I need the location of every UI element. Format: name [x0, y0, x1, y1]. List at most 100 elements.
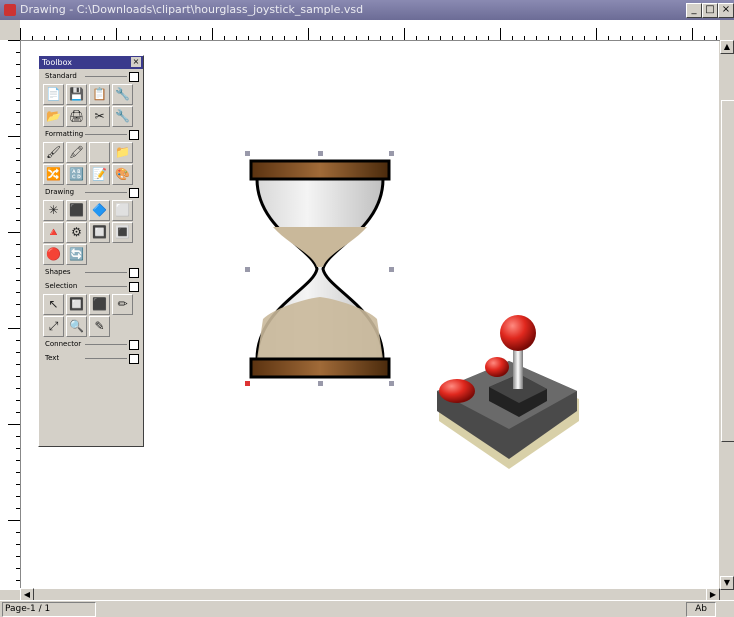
tool-button[interactable]: ✳	[43, 200, 64, 221]
tool-button[interactable]: 🔳	[112, 222, 133, 243]
ruler-tick	[16, 208, 20, 209]
tool-button[interactable]: ⬜	[112, 200, 133, 221]
toolbox-palette[interactable]: Toolbox × Standard 📄 💾 📋 🔧 📂 🖨 ✂ 🔧 Formatting 🖌 🖍 📁 🔀…	[38, 55, 144, 447]
tool-button[interactable]: ⬛	[66, 200, 87, 221]
horizontal-ruler[interactable]	[20, 20, 720, 41]
section-toggle[interactable]	[129, 282, 139, 292]
tool-button[interactable]: ✎	[89, 316, 110, 337]
close-button[interactable]: ×	[718, 3, 734, 18]
tool-button[interactable]: 🖍	[66, 142, 87, 163]
palette-section-header[interactable]: Text	[39, 351, 143, 365]
ruler-tick	[16, 496, 20, 497]
ruler-tick	[16, 64, 20, 65]
tool-button[interactable]: 🔀	[43, 164, 64, 185]
section-toggle[interactable]	[129, 130, 139, 140]
palette-section-header[interactable]: Connector	[39, 337, 143, 351]
palette-close-button[interactable]: ×	[131, 57, 141, 67]
tool-button[interactable]: ✂	[89, 106, 110, 127]
status-bar: Page-1 / 1 Ab	[0, 600, 734, 617]
ruler-tick	[440, 36, 441, 40]
tool-button[interactable]: 🔺	[43, 222, 64, 243]
tool-button[interactable]: 📝	[89, 164, 110, 185]
ruler-tick	[16, 292, 20, 293]
ruler-tick	[8, 328, 20, 329]
ruler-tick	[308, 28, 309, 40]
horizontal-scrollbar[interactable]: ◀ ▶	[20, 588, 720, 602]
tool-button[interactable]: ⚙	[66, 222, 87, 243]
tool-button[interactable]: 🔍	[66, 316, 87, 337]
joystick-shape[interactable]	[429, 309, 589, 479]
app-icon[interactable]	[4, 4, 16, 16]
selection-handle[interactable]	[389, 151, 394, 156]
ruler-tick	[596, 28, 597, 40]
divider	[85, 272, 127, 273]
section-toggle[interactable]	[129, 340, 139, 350]
tool-button[interactable]: 📋	[89, 84, 110, 105]
ruler-tick	[16, 184, 20, 185]
ruler-tick	[8, 40, 20, 41]
tool-button[interactable]: 📂	[43, 106, 64, 127]
tool-button[interactable]: 🎨	[112, 164, 133, 185]
ruler-tick	[16, 100, 20, 101]
palette-section-header[interactable]: Drawing	[39, 185, 143, 199]
tool-button[interactable]: ⬛	[89, 294, 110, 315]
tool-button[interactable]: 🖨	[66, 106, 87, 127]
selection-handle[interactable]	[245, 381, 250, 386]
tool-button[interactable]: ⤢	[43, 316, 64, 337]
tool-button[interactable]: 📁	[112, 142, 133, 163]
palette-section-header[interactable]: Standard	[39, 69, 143, 83]
selection-handle[interactable]	[389, 381, 394, 386]
palette-section-header[interactable]: Selection	[39, 279, 143, 293]
ruler-tick	[152, 36, 153, 40]
tool-button[interactable]: 🔲	[66, 294, 87, 315]
selection-handle[interactable]	[318, 381, 323, 386]
ruler-tick	[80, 36, 81, 40]
tool-button[interactable]: 🖌	[43, 142, 64, 163]
tool-button[interactable]: 🔴	[43, 244, 64, 265]
ruler-tick	[16, 160, 20, 161]
tool-button[interactable]: 🔷	[89, 200, 110, 221]
tool-row: ✳ ⬛ 🔷 ⬜	[39, 199, 143, 221]
tool-button[interactable]: ↖	[43, 294, 64, 315]
tool-button[interactable]: 💾	[66, 84, 87, 105]
divider	[85, 344, 127, 345]
tool-button[interactable]: 📄	[43, 84, 64, 105]
vertical-scrollbar[interactable]: ▲ ▼	[720, 40, 734, 590]
selection-handle[interactable]	[245, 151, 250, 156]
ruler-tick	[16, 532, 20, 533]
selection-handle[interactable]	[318, 151, 323, 156]
ruler-tick	[140, 36, 141, 40]
ruler-tick	[68, 36, 69, 40]
ruler-tick	[16, 364, 20, 365]
minimize-button[interactable]: _	[686, 3, 702, 18]
selection-handle[interactable]	[389, 267, 394, 272]
ruler-tick	[92, 36, 93, 40]
ruler-tick	[608, 36, 609, 40]
tool-button[interactable]: 🔄	[66, 244, 87, 265]
hourglass-shape[interactable]	[243, 149, 403, 389]
page-indicator[interactable]: Page-1 / 1	[2, 602, 96, 617]
palette-section-header[interactable]: Formatting	[39, 127, 143, 141]
restore-button[interactable]: □	[702, 3, 718, 18]
tool-button[interactable]: 🔠	[66, 164, 87, 185]
tool-button[interactable]: ✏	[112, 294, 133, 315]
section-toggle[interactable]	[129, 188, 139, 198]
section-toggle[interactable]	[129, 72, 139, 82]
tool-button[interactable]: 🔲	[89, 222, 110, 243]
palette-title-bar[interactable]: Toolbox ×	[39, 56, 143, 69]
scroll-up-button[interactable]: ▲	[720, 40, 734, 54]
ruler-tick	[644, 36, 645, 40]
scroll-thumb[interactable]	[721, 100, 734, 442]
tool-button[interactable]: 🔧	[112, 84, 133, 105]
palette-section-header[interactable]: Shapes	[39, 265, 143, 279]
ruler-tick	[16, 304, 20, 305]
vertical-ruler[interactable]	[0, 40, 21, 590]
section-toggle[interactable]	[129, 354, 139, 364]
tool-button[interactable]: 🔧	[112, 106, 133, 127]
tool-button[interactable]	[89, 142, 110, 163]
scroll-down-button[interactable]: ▼	[720, 576, 734, 590]
ruler-tick	[692, 28, 693, 40]
ruler-tick	[16, 280, 20, 281]
selection-handle[interactable]	[245, 267, 250, 272]
section-toggle[interactable]	[129, 268, 139, 278]
